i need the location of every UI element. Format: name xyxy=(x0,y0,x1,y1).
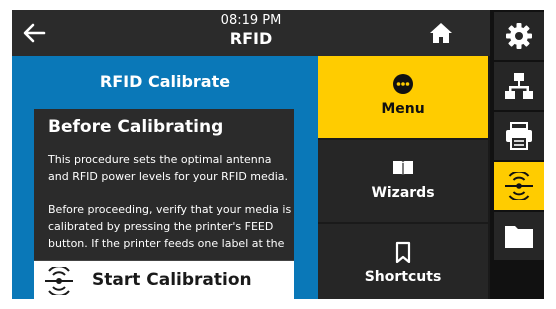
home-icon[interactable] xyxy=(428,20,454,46)
page-title: RFID xyxy=(229,29,273,48)
wizards-label: Wizards xyxy=(371,185,435,201)
card-title: Before Calibrating xyxy=(48,117,224,137)
right-nav xyxy=(490,10,544,299)
shortcuts-label: Shortcuts xyxy=(364,269,442,285)
folder-icon xyxy=(505,226,533,248)
start-calibration-label: Start Calibration xyxy=(92,270,252,290)
shortcuts-button[interactable]: Shortcuts xyxy=(318,224,488,299)
clock-time: 08:19 PM xyxy=(220,13,282,28)
settings-nav-button[interactable] xyxy=(494,12,544,60)
menu-label: Menu xyxy=(381,101,425,117)
book-icon xyxy=(393,161,413,176)
network-icon xyxy=(505,73,533,99)
card-paragraph-1: This procedure sets the optimal antenna … xyxy=(48,153,289,183)
rfid-calibrate-panel: RFID Calibrate Before Calibrating This p… xyxy=(12,56,318,299)
middle-menu: Menu Wizards Shortcuts xyxy=(318,56,488,299)
menu-button[interactable]: Menu xyxy=(318,56,488,138)
header-bar: 08:19 PM RFID xyxy=(12,10,490,56)
rfid-icon xyxy=(45,267,73,295)
print-nav-button[interactable] xyxy=(494,112,544,160)
start-calibration-button[interactable]: Start Calibration xyxy=(34,260,294,299)
gear-icon xyxy=(506,23,532,49)
wizards-button[interactable]: Wizards xyxy=(318,140,488,222)
storage-nav-button[interactable] xyxy=(494,212,544,260)
panel-title: RFID Calibrate xyxy=(99,72,231,91)
menu-dots-icon xyxy=(393,74,413,94)
printer-icon xyxy=(506,122,532,150)
network-nav-button[interactable] xyxy=(494,62,544,110)
rfid-nav-button[interactable] xyxy=(494,162,544,210)
card-text: This procedure sets the optimal antenna … xyxy=(48,151,292,268)
bookmark-icon xyxy=(395,241,411,263)
printer-screen: 08:19 PM RFID RFID Calibrate Before Cali… xyxy=(12,10,544,299)
card-paragraph-2: Before proceeding, verify that your medi… xyxy=(48,203,292,250)
rfid-icon xyxy=(505,172,533,200)
